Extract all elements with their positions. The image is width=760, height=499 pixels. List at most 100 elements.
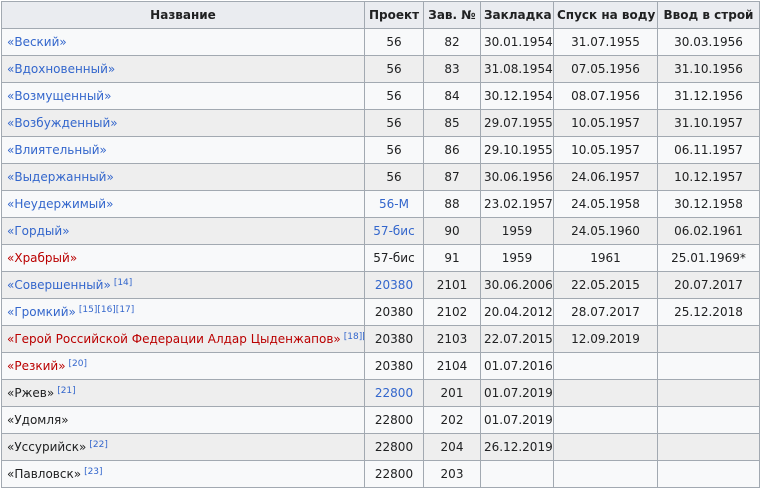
ship-name-cell: «Неудержимый» [1, 190, 365, 218]
serial-number-cell: 204 [423, 433, 481, 461]
ship-name-cell: «Герой Российской Федерации Алдар Цыденж… [1, 325, 365, 353]
project-value: 22800 [374, 413, 414, 427]
reference-link[interactable]: [22] [89, 440, 107, 450]
launch-date-cell: 1961 [553, 244, 658, 272]
serial-number-cell: 82 [423, 28, 481, 56]
table-row: «Неудержимый» 56-М 88 23.02.1957 24.05.1958 3… [1, 190, 760, 218]
project-cell: 20380 [364, 325, 424, 353]
reference-link[interactable]: [18][19] [344, 332, 364, 342]
ship-name-cell: «Выдержанный» [1, 163, 365, 191]
serial-number-cell: 2104 [423, 352, 481, 380]
ship-name: «Уссурийск» [7, 440, 87, 454]
commissioning-date-cell: 06.11.1957 [657, 136, 760, 164]
reference-link[interactable]: [21] [57, 386, 75, 396]
project-cell: 22800 [364, 460, 424, 488]
serial-number-cell: 203 [423, 460, 481, 488]
commissioning-date-cell: 30.03.1956 [657, 28, 760, 56]
laid-down-date-cell: 26.12.2019 [480, 433, 554, 461]
header-laid-down[interactable]: Закладка [480, 1, 554, 29]
ship-name-cell: «Ржев» [21] [1, 379, 365, 407]
ship-name-link[interactable]: «Неудержимый» [7, 197, 113, 211]
reference-link[interactable]: [15][16][17] [79, 305, 134, 315]
table-row: «Павловск» [23] 22800 203 [1, 460, 760, 488]
ship-name-cell: «Резкий» [20] [1, 352, 365, 380]
ship-name-link[interactable]: «Совершенный» [7, 278, 111, 292]
reference-superscript: [23] [84, 467, 102, 477]
launch-date-cell: 07.05.1956 [553, 55, 658, 83]
laid-down-date-cell: 23.02.1957 [480, 190, 554, 218]
ship-name-link[interactable]: «Возмущенный» [7, 89, 111, 103]
project-cell: 20380 [364, 271, 424, 299]
project-cell: 56 [364, 109, 424, 137]
commissioning-date-cell: 10.12.1957 [657, 163, 760, 191]
commissioning-date-cell [657, 379, 760, 407]
launch-date-cell [553, 352, 658, 380]
table-body: «Веский» 56 82 30.01.1954 31.07.1955 30.03.19… [1, 28, 760, 488]
ship-name-link[interactable]: «Герой Российской Федерации Алдар Цыденж… [7, 332, 341, 346]
serial-number-cell: 86 [423, 136, 481, 164]
ship-name-cell: «Павловск» [23] [1, 460, 365, 488]
header-project[interactable]: Проект [364, 1, 424, 29]
ship-name-link[interactable]: «Гордый» [7, 224, 70, 238]
project-value: 20380 [374, 305, 414, 319]
launch-date-cell [553, 379, 658, 407]
commissioning-date-cell: 20.07.2017 [657, 271, 760, 299]
ship-name: «Павловск» [7, 467, 82, 481]
header-name[interactable]: Название [1, 1, 365, 29]
laid-down-date-cell: 20.04.2012 [480, 298, 554, 326]
header-serial-number[interactable]: Зав. № [423, 1, 481, 29]
laid-down-date-cell: 1959 [480, 217, 554, 245]
project-link[interactable]: 57-бис [373, 224, 414, 238]
ship-name: «Ржев» [7, 386, 55, 400]
serial-number-cell: 201 [423, 379, 481, 407]
serial-number-cell: 2102 [423, 298, 481, 326]
commissioning-date-cell [657, 325, 760, 353]
reference-superscript: [15][16][17] [79, 305, 134, 315]
ship-name-link[interactable]: «Громкий» [7, 305, 76, 319]
ship-name-cell: «Вдохновенный» [1, 55, 365, 83]
header-commissioned[interactable]: Ввод в строй [657, 1, 760, 29]
commissioning-date-cell: 31.10.1956 [657, 55, 760, 83]
ship-name-link[interactable]: «Резкий» [7, 359, 66, 373]
laid-down-date-cell: 30.12.1954 [480, 82, 554, 110]
reference-superscript: [18][19] [344, 332, 364, 342]
project-cell: 56 [364, 82, 424, 110]
ship-name-link[interactable]: «Влиятельный» [7, 143, 107, 157]
launch-date-cell: 22.05.2015 [553, 271, 658, 299]
ship-name-cell: «Храбрый» [1, 244, 365, 272]
project-cell: 56 [364, 28, 424, 56]
project-link[interactable]: 56-М [379, 197, 409, 211]
project-link[interactable]: 20380 [375, 278, 413, 292]
serial-number-cell: 83 [423, 55, 481, 83]
commissioning-date-cell [657, 352, 760, 380]
reference-link[interactable]: [14] [114, 278, 132, 288]
project-value: 22800 [374, 440, 414, 454]
laid-down-date-cell: 29.10.1955 [480, 136, 554, 164]
launch-date-cell [553, 433, 658, 461]
ship-name-link[interactable]: «Храбрый» [7, 251, 77, 265]
launch-date-cell: 31.07.1955 [553, 28, 658, 56]
project-value: 20380 [374, 359, 414, 373]
launch-date-cell: 12.09.2019 [553, 325, 658, 353]
ship-name-link[interactable]: «Вдохновенный» [7, 62, 115, 76]
project-link[interactable]: 22800 [375, 386, 413, 400]
reference-link[interactable]: [20] [69, 359, 87, 369]
commissioning-date-cell: 06.02.1961 [657, 217, 760, 245]
launch-date-cell [553, 460, 658, 488]
header-launched[interactable]: Спуск на воду [553, 1, 658, 29]
table-row: «Гордый» 57-бис 90 1959 24.05.1960 06.02.1961 [1, 217, 760, 245]
project-cell: 22800 [364, 406, 424, 434]
ships-table: Название Проект Зав. № Закладка Спуск на… [1, 1, 760, 488]
launch-date-cell: 10.05.1957 [553, 109, 658, 137]
table-row: «Резкий» [20] 20380 2104 01.07.2016 [1, 352, 760, 380]
ship-name-link[interactable]: «Выдержанный» [7, 170, 114, 184]
project-value: 20380 [374, 332, 414, 346]
project-value: 56 [386, 62, 402, 76]
project-value: 56 [386, 170, 402, 184]
ship-name-link[interactable]: «Возбужденный» [7, 116, 118, 130]
reference-link[interactable]: [23] [84, 467, 102, 477]
ship-name-cell: «Возбужденный» [1, 109, 365, 137]
launch-date-cell: 28.07.2017 [553, 298, 658, 326]
project-cell: 20380 [364, 352, 424, 380]
ship-name-link[interactable]: «Веский» [7, 35, 67, 49]
